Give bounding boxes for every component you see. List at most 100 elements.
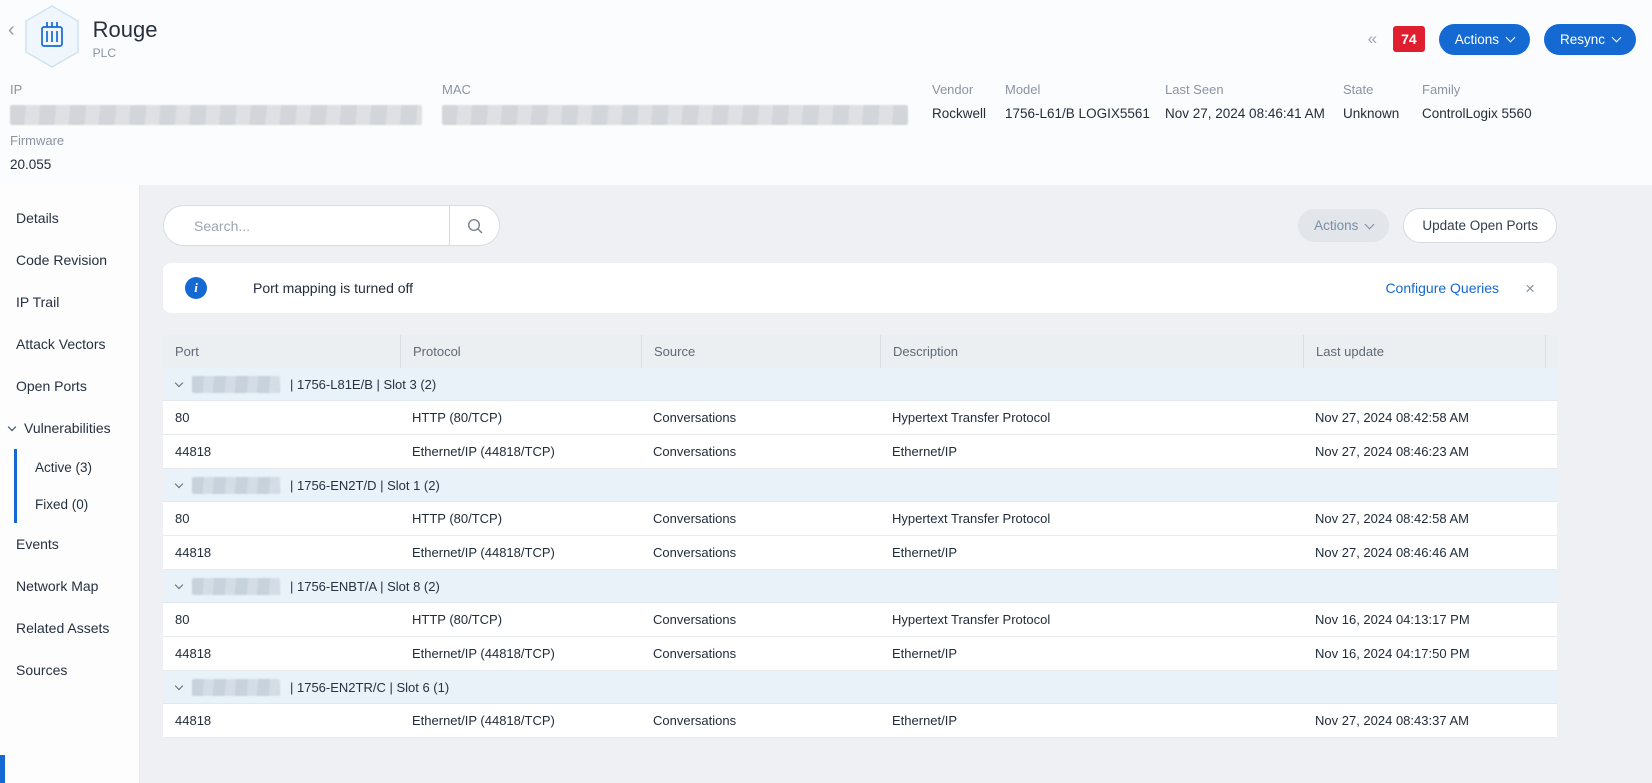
table-cell: Conversations (641, 435, 880, 468)
table-actions-button[interactable]: Actions (1298, 209, 1389, 242)
table-header-row: Port Protocol Source Description Last up… (163, 335, 1557, 368)
table-row[interactable]: 44818Ethernet/IP (44818/TCP)Conversation… (163, 704, 1557, 738)
table-cell: 80 (163, 401, 400, 434)
meta-model-label: Model (1005, 82, 1165, 97)
table-row[interactable]: 80HTTP (80/TCP)ConversationsHypertext Tr… (163, 603, 1557, 637)
table-row[interactable]: 80HTTP (80/TCP)ConversationsHypertext Tr… (163, 401, 1557, 435)
table-cell: Conversations (641, 536, 880, 569)
close-icon[interactable]: × (1525, 280, 1535, 297)
sidebar-item-events[interactable]: Events (0, 523, 139, 565)
search-bar (163, 205, 500, 246)
meta-vendor-label: Vendor (932, 82, 1005, 97)
table-cell: 44818 (163, 637, 400, 670)
redacted-ip-value (10, 105, 422, 125)
sidebar-item-vuln-active[interactable]: Active (3) (35, 449, 139, 486)
sidebar-item-attack-vectors[interactable]: Attack Vectors (0, 323, 139, 365)
sidebar-item-vuln-fixed[interactable]: Fixed (0) (35, 486, 139, 523)
header-top: ‹ Rouge PLC « 74 (0, 0, 1652, 68)
table-cell: Conversations (641, 502, 880, 535)
collapse-panel-icon[interactable]: « (1368, 29, 1377, 49)
sidebar-scroll-indicator[interactable] (0, 755, 5, 783)
table-cell: Conversations (641, 401, 880, 434)
table-cell: Conversations (641, 637, 880, 670)
ports-toolbar: Actions Update Open Ports (163, 205, 1557, 246)
column-header-description[interactable]: Description (880, 335, 1303, 368)
table-cell: Conversations (641, 704, 880, 737)
meta-vendor: Vendor Rockwell (932, 82, 1005, 125)
asset-header: ‹ Rouge PLC « 74 (0, 0, 1652, 185)
sidebar-item-related-assets[interactable]: Related Assets (0, 607, 139, 649)
table-row[interactable]: 44818Ethernet/IP (44818/TCP)Conversation… (163, 536, 1557, 570)
table-cell: Hypertext Transfer Protocol (880, 401, 1303, 434)
page-title: Rouge (93, 18, 158, 42)
table-cell: Nov 27, 2024 08:42:58 AM (1303, 401, 1557, 434)
actions-button[interactable]: Actions (1439, 24, 1530, 55)
chevron-down-icon (1612, 33, 1622, 43)
back-chevron-icon[interactable]: ‹ (8, 20, 15, 40)
meta-mac: MAC (442, 82, 932, 125)
port-group-row[interactable]: | 1756-EN2T/D | Slot 1 (2) (163, 469, 1557, 502)
banner-message: Port mapping is turned off (253, 280, 413, 296)
meta-state-value: Unknown (1343, 106, 1422, 121)
port-group-row[interactable]: | 1756-L81E/B | Slot 3 (2) (163, 368, 1557, 401)
meta-mac-label: MAC (442, 82, 932, 97)
configure-queries-link[interactable]: Configure Queries (1385, 280, 1499, 296)
port-group-row[interactable]: | 1756-EN2TR/C | Slot 6 (1) (163, 671, 1557, 704)
search-button[interactable] (450, 206, 499, 245)
group-label: | 1756-L81E/B | Slot 3 (2) (290, 377, 436, 392)
meta-vendor-value: Rockwell (932, 106, 1005, 121)
table-cell: Ethernet/IP (880, 435, 1303, 468)
meta-state-label: State (1343, 82, 1422, 97)
meta-model: Model 1756-L61/B LOGIX5561 (1005, 82, 1165, 125)
column-header-protocol[interactable]: Protocol (400, 335, 641, 368)
table-cell: Ethernet/IP (44818/TCP) (400, 536, 641, 569)
update-open-ports-button[interactable]: Update Open Ports (1403, 208, 1557, 243)
search-input[interactable] (164, 206, 449, 245)
table-cell: HTTP (80/TCP) (400, 603, 641, 636)
sidebar-item-vulnerabilities[interactable]: Vulnerabilities (0, 407, 139, 449)
chevron-down-icon (175, 681, 183, 689)
sidebar-item-code-revision[interactable]: Code Revision (0, 239, 139, 281)
table-cell: Ethernet/IP (44818/TCP) (400, 435, 641, 468)
meta-last-seen-label: Last Seen (1165, 82, 1343, 97)
title-block: Rouge PLC (93, 18, 158, 60)
table-cell: Hypertext Transfer Protocol (880, 603, 1303, 636)
table-cell: Ethernet/IP (44818/TCP) (400, 704, 641, 737)
vulnerabilities-subitems: Active (3) Fixed (0) (14, 449, 139, 523)
open-ports-table: Port Protocol Source Description Last up… (163, 335, 1557, 738)
table-row[interactable]: 44818Ethernet/IP (44818/TCP)Conversation… (163, 637, 1557, 671)
chevron-down-icon (1506, 33, 1516, 43)
column-header-source[interactable]: Source (641, 335, 880, 368)
sidebar-item-sources[interactable]: Sources (0, 649, 139, 691)
table-header-gutter (1545, 335, 1557, 368)
main: Details Code Revision IP Trail Attack Ve… (0, 185, 1652, 783)
sidebar-item-label: Vulnerabilities (24, 420, 111, 436)
table-cell: Nov 27, 2024 08:42:58 AM (1303, 502, 1557, 535)
resync-button[interactable]: Resync (1544, 24, 1636, 55)
alert-count-badge[interactable]: 74 (1393, 26, 1425, 52)
table-cell: Nov 16, 2024 04:17:50 PM (1303, 637, 1557, 670)
meta-firmware-value: 20.055 (10, 157, 1636, 172)
meta-model-value: 1756-L61/B LOGIX5561 (1005, 106, 1165, 121)
sidebar-item-open-ports[interactable]: Open Ports (0, 365, 139, 407)
resync-button-label: Resync (1560, 32, 1605, 47)
search-icon (466, 217, 484, 235)
table-cell: Nov 16, 2024 04:13:17 PM (1303, 603, 1557, 636)
sidebar-item-ip-trail[interactable]: IP Trail (0, 281, 139, 323)
asset-meta-row: IP MAC Vendor Rockwell Model 1756-L61/B … (0, 68, 1652, 125)
table-cell: Ethernet/IP (880, 704, 1303, 737)
column-header-last-update[interactable]: Last update (1303, 335, 1545, 368)
port-group-row[interactable]: | 1756-ENBT/A | Slot 8 (2) (163, 570, 1557, 603)
sidebar-item-details[interactable]: Details (0, 197, 139, 239)
table-row[interactable]: 80HTTP (80/TCP)ConversationsHypertext Tr… (163, 502, 1557, 536)
table-row[interactable]: 44818Ethernet/IP (44818/TCP)Conversation… (163, 435, 1557, 469)
table-cell: Ethernet/IP (880, 536, 1303, 569)
table-cell: Nov 27, 2024 08:46:46 AM (1303, 536, 1557, 569)
sidebar-item-network-map[interactable]: Network Map (0, 565, 139, 607)
table-cell: 44818 (163, 435, 400, 468)
table-cell: Conversations (641, 603, 880, 636)
app: ‹ Rouge PLC « 74 (0, 0, 1652, 783)
table-cell: 80 (163, 502, 400, 535)
column-header-port[interactable]: Port (163, 335, 400, 368)
table-cell: Nov 27, 2024 08:46:23 AM (1303, 435, 1557, 468)
